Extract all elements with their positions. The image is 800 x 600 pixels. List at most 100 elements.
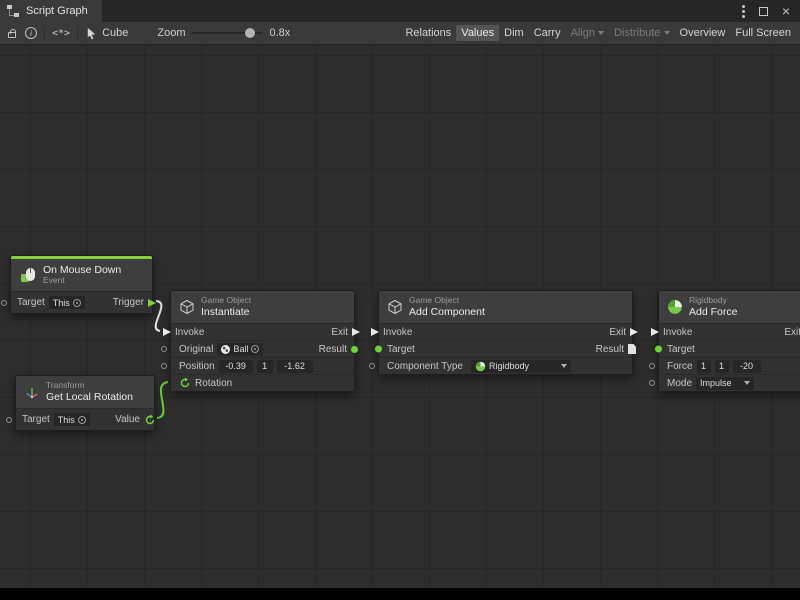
node-row: Mode Impulse — [659, 374, 800, 391]
target-label: Target — [387, 344, 415, 355]
invoke-input-port[interactable] — [651, 328, 659, 336]
script-graph-window: Script Graph × i <*> Cube Zoom 0.8x — [0, 0, 800, 600]
node-row: Target — [659, 340, 800, 357]
target-input-port[interactable] — [6, 417, 12, 423]
chevron-down-icon — [664, 31, 670, 35]
rotation-input-port[interactable] — [179, 377, 191, 389]
align-button[interactable]: Align — [566, 25, 609, 41]
node-header: Game Object Add Component — [379, 291, 632, 323]
component-type-input-port[interactable] — [369, 363, 375, 369]
target-label: Target — [22, 414, 50, 425]
cube-icon — [179, 299, 195, 315]
mode-input-port[interactable] — [649, 380, 655, 386]
object-picker-this[interactable]: This — [54, 413, 90, 426]
invoke-input-port[interactable] — [163, 328, 171, 336]
target-label: Target — [667, 344, 695, 355]
edit-graph-icon[interactable]: <*> — [52, 28, 70, 39]
node-row: Component Type Rigidbody — [379, 357, 632, 374]
node-on-mouse-down[interactable]: On Mouse Down Event Target This Trigger — [10, 255, 153, 314]
wire-trigger-to-invoke[interactable] — [156, 301, 162, 331]
zoom-control: Zoom 0.8x — [157, 27, 290, 39]
mode-dropdown[interactable]: Impulse — [696, 377, 754, 390]
lock-icon[interactable] — [8, 32, 16, 38]
force-x-field[interactable]: 1 — [697, 360, 711, 373]
exit-output-port[interactable] — [630, 328, 638, 336]
trigger-output-port[interactable] — [148, 299, 156, 307]
node-add-force[interactable]: Rigidbody Add Force Invoke Exit Target F… — [658, 290, 800, 392]
rotation-label: Rotation — [195, 378, 232, 389]
position-y-field[interactable]: 1 — [257, 360, 273, 373]
transform-icon — [24, 384, 40, 400]
object-picker-this[interactable]: This — [49, 296, 85, 309]
position-x-field[interactable]: -0.39 — [219, 360, 253, 373]
component-type-dropdown[interactable]: Rigidbody — [471, 360, 571, 373]
node-row: Rotation — [171, 374, 354, 391]
tab-label: Script Graph — [26, 5, 88, 17]
original-input-port[interactable] — [161, 346, 167, 352]
fullscreen-button[interactable]: Full Screen — [730, 25, 796, 41]
target-input-port[interactable] — [1, 300, 7, 306]
node-add-component[interactable]: Game Object Add Component Invoke Exit Ta… — [378, 290, 633, 375]
overview-button[interactable]: Overview — [675, 25, 731, 41]
values-button[interactable]: Values — [456, 25, 499, 41]
dropdown-value: Impulse — [700, 378, 732, 388]
toolbar-separator — [44, 26, 45, 40]
carry-button[interactable]: Carry — [529, 25, 566, 41]
node-title: Add Component — [409, 306, 485, 318]
chevron-down-icon — [744, 381, 750, 385]
chip-label: This — [58, 415, 75, 425]
target-input-port[interactable] — [375, 346, 382, 353]
window-controls: × — [742, 0, 800, 22]
node-header-text: Game Object Add Component — [409, 296, 485, 318]
menu-kebab-icon[interactable] — [742, 5, 745, 18]
target-picker-icon — [73, 299, 81, 307]
tab-script-graph[interactable]: Script Graph — [0, 0, 102, 22]
zoom-slider[interactable] — [191, 27, 263, 39]
node-row: Invoke Exit — [171, 323, 354, 340]
exit-label: Exit — [331, 327, 348, 338]
result-output-port[interactable] — [628, 344, 636, 354]
force-y-field[interactable]: 1 — [715, 360, 729, 373]
exit-output-port[interactable] — [352, 328, 360, 336]
relations-button[interactable]: Relations — [400, 25, 456, 41]
ball-icon — [221, 345, 230, 354]
node-header-text: On Mouse Down Event — [43, 264, 121, 286]
force-input-port[interactable] — [649, 363, 655, 369]
chevron-down-icon — [561, 364, 567, 368]
node-row: Invoke Exit — [379, 323, 632, 340]
node-header-text: Rigidbody Add Force — [689, 296, 737, 318]
object-picker-ball[interactable]: Ball — [217, 343, 263, 356]
maximize-icon[interactable] — [759, 7, 768, 16]
graph-canvas[interactable]: On Mouse Down Event Target This Trigger — [0, 45, 800, 600]
node-instantiate[interactable]: Game Object Instantiate Invoke Exit Orig… — [170, 290, 355, 392]
exit-label: Exit — [609, 327, 626, 338]
force-z-field[interactable]: -20 — [733, 360, 761, 373]
invoke-input-port[interactable] — [371, 328, 379, 336]
result-output-port[interactable] — [351, 346, 358, 353]
rigidbody-icon — [667, 299, 683, 315]
context-label: Cube — [102, 27, 128, 39]
rotation-output-port[interactable] — [144, 414, 156, 426]
invoke-label: Invoke — [383, 327, 412, 338]
wire-value-to-rotation[interactable] — [157, 382, 168, 418]
dim-button[interactable]: Dim — [499, 25, 529, 41]
position-input-port[interactable] — [161, 363, 167, 369]
distribute-button[interactable]: Distribute — [609, 25, 674, 41]
zoom-value: 0.8x — [269, 27, 290, 39]
node-row: Invoke Exit — [659, 323, 800, 340]
node-category: Game Object — [409, 296, 485, 306]
result-label: Result — [596, 344, 624, 355]
zoom-slider-handle[interactable] — [245, 28, 255, 38]
node-category: Rigidbody — [689, 296, 737, 306]
graph-context[interactable]: Cube — [85, 27, 128, 40]
info-icon[interactable]: i — [25, 27, 37, 39]
cube-icon — [387, 299, 403, 315]
node-get-local-rotation[interactable]: Transform Get Local Rotation Target This… — [15, 375, 155, 431]
position-z-field[interactable]: -1.62 — [277, 360, 313, 373]
node-header: Transform Get Local Rotation — [16, 376, 154, 408]
invoke-label: Invoke — [175, 327, 204, 338]
node-row: Position -0.39 1 -1.62 — [171, 357, 354, 374]
close-icon[interactable]: × — [782, 4, 790, 18]
target-input-port[interactable] — [655, 346, 662, 353]
toolbar-separator — [77, 26, 78, 40]
